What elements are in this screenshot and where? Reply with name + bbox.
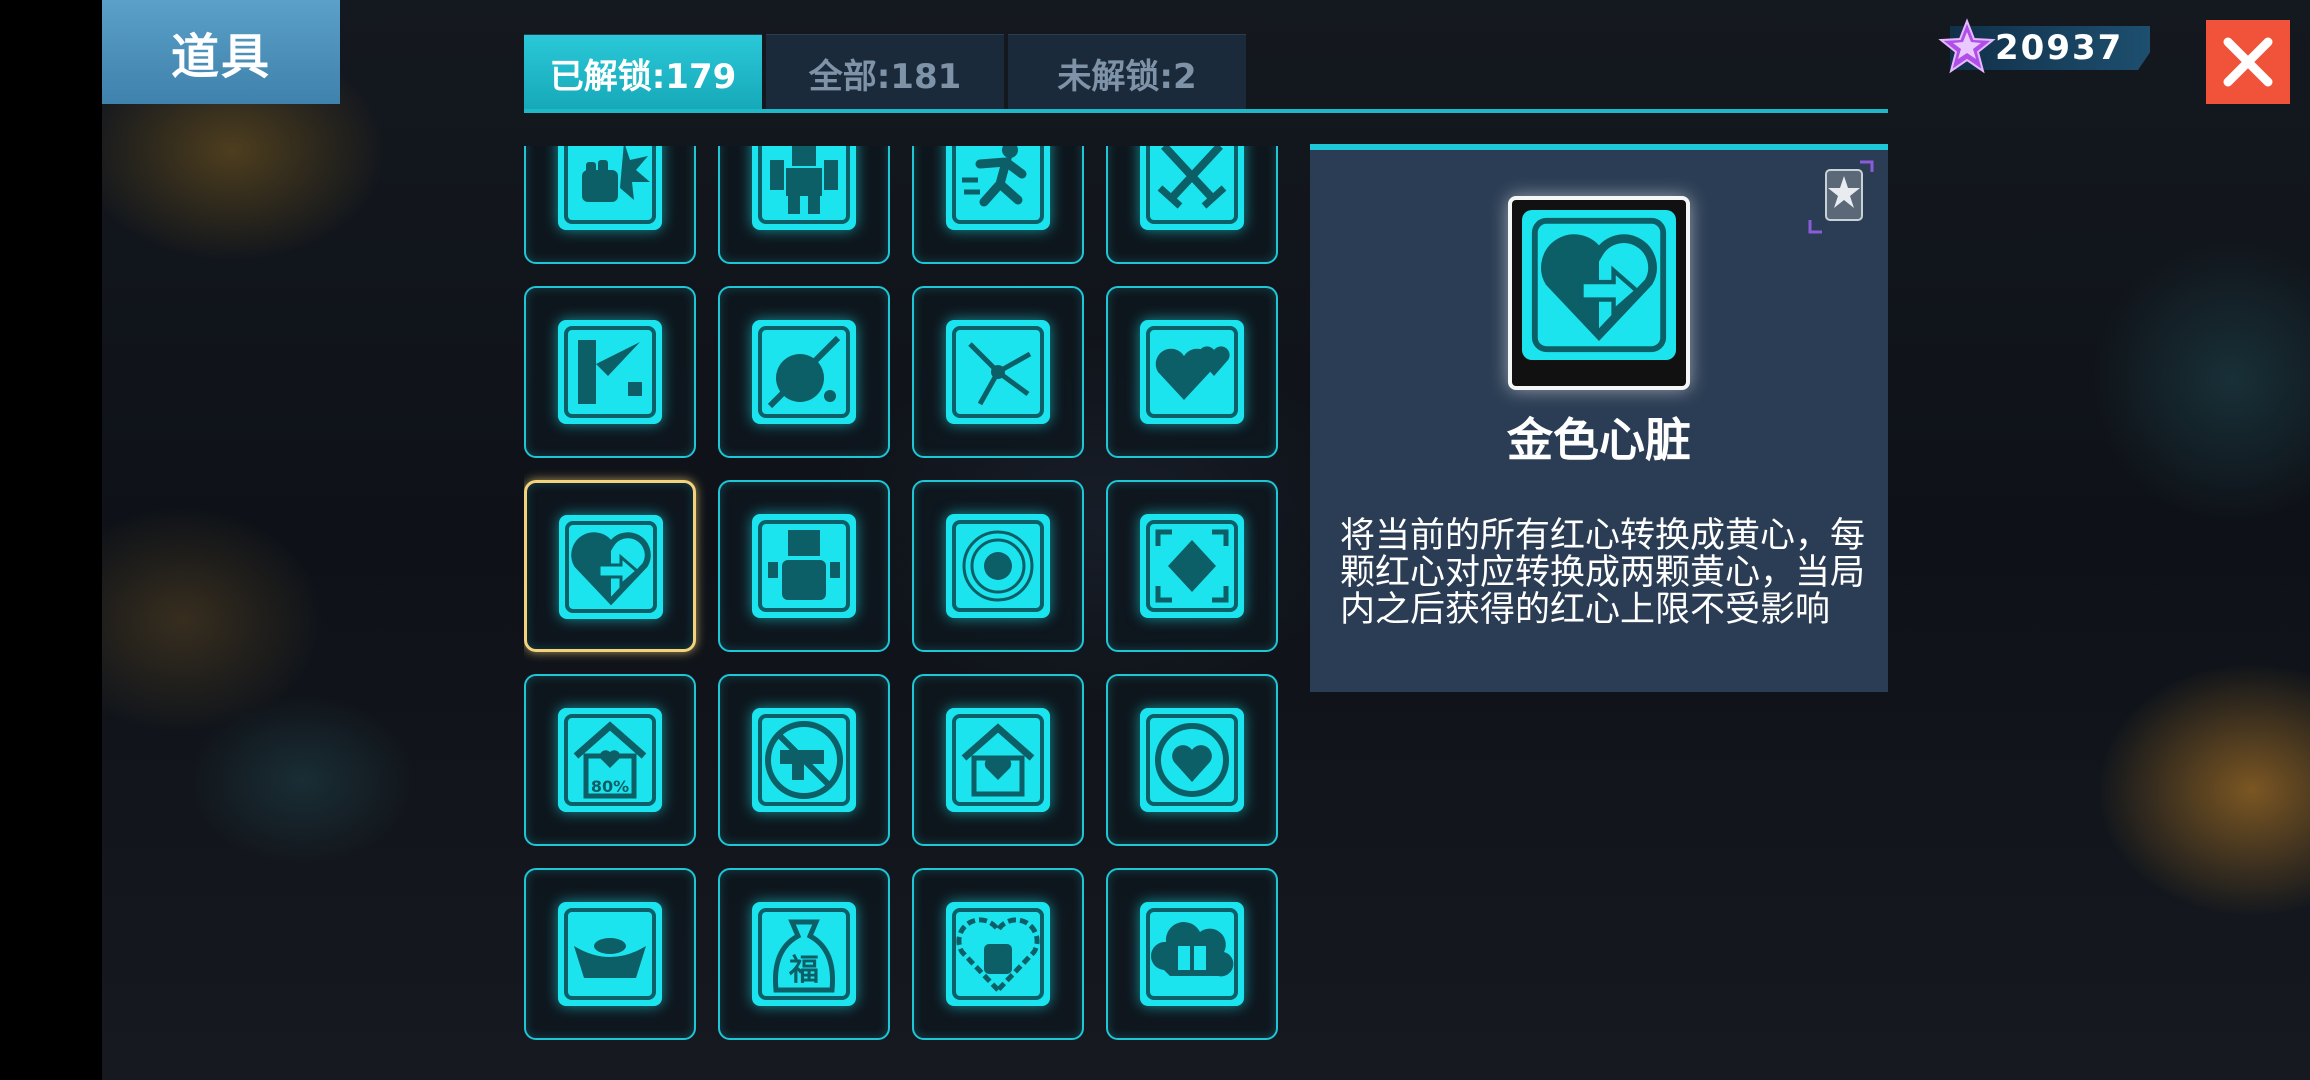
fortune-bag-icon: 福 [752,902,856,1006]
house-heart-icon [946,708,1050,812]
tab-unlocked[interactable]: 已解锁:179 [524,34,762,111]
item-name: 金色心脏 [1507,413,1691,467]
close-button[interactable] [2206,20,2290,104]
item-cell[interactable] [1106,480,1278,652]
item-cell[interactable] [524,146,696,264]
item-cell[interactable] [1106,674,1278,846]
hearts-icon [1140,320,1244,424]
tab-all[interactable]: 全部:181 [766,34,1004,111]
currency-value: 20937 [1995,28,2124,68]
purple-star-icon [1938,18,1996,74]
item-grid: 80% 福 [524,146,1284,1046]
item-cell[interactable] [524,286,696,458]
golden-heart-icon [559,515,663,619]
item-cell[interactable] [524,868,696,1040]
expand-arrows-icon [1140,514,1244,618]
detail-panel-topline [1310,144,1888,150]
item-cell[interactable] [912,286,1084,458]
target-rings-icon [946,514,1050,618]
page-title-label: 道具 [170,29,271,85]
page-title: 道具 [102,0,340,104]
tab-underline [524,109,1888,113]
item-cell[interactable] [912,674,1084,846]
item-cell[interactable] [912,146,1084,264]
heart-medal-icon [1140,708,1244,812]
item-cell[interactable] [1106,146,1278,264]
gold-ingot-icon [558,902,662,1006]
silver-star-badge-icon [1808,160,1874,234]
item-description: 将当前的所有红心转换成黄心，每颗红心对应转换成两颗黄心，当局内之后获得的红心上限… [1340,516,1866,630]
fortune-bag-text: 福 [788,953,819,988]
tab-locked[interactable]: 未解锁:2 [1008,34,1246,111]
item-cell-selected[interactable] [524,480,696,652]
item-cell[interactable] [912,480,1084,652]
gift-cloud-icon [1140,902,1244,1006]
item-cell[interactable] [912,868,1084,1040]
robot-fist-icon [752,514,856,618]
no-bomb-icon [752,320,856,424]
no-gun-icon [752,708,856,812]
knockback-icon [558,320,662,424]
house-heart-80-text: 80% [591,777,629,796]
item-cell[interactable] [718,674,890,846]
close-icon [2223,37,2273,87]
filter-tabs: 已解锁:179 全部:181 未解锁:2 [524,34,1246,112]
muscle-robot-icon [752,146,856,230]
item-cell[interactable]: 福 [718,868,890,1040]
fist-burst-icon [558,146,662,230]
item-cell[interactable] [718,146,890,264]
item-cell[interactable] [1106,868,1278,1040]
item-cell[interactable] [718,480,890,652]
selected-item-frame [1508,196,1690,390]
scatter-arrows-icon [946,320,1050,424]
item-cell[interactable] [1106,286,1278,458]
crossed-swords-icon [1140,146,1244,230]
item-cell[interactable]: 80% [524,674,696,846]
golden-heart-icon [1522,210,1676,360]
heart-fist-icon [946,902,1050,1006]
running-man-icon [946,146,1050,230]
item-cell[interactable] [718,286,890,458]
house-heart-80-icon: 80% [558,708,662,812]
